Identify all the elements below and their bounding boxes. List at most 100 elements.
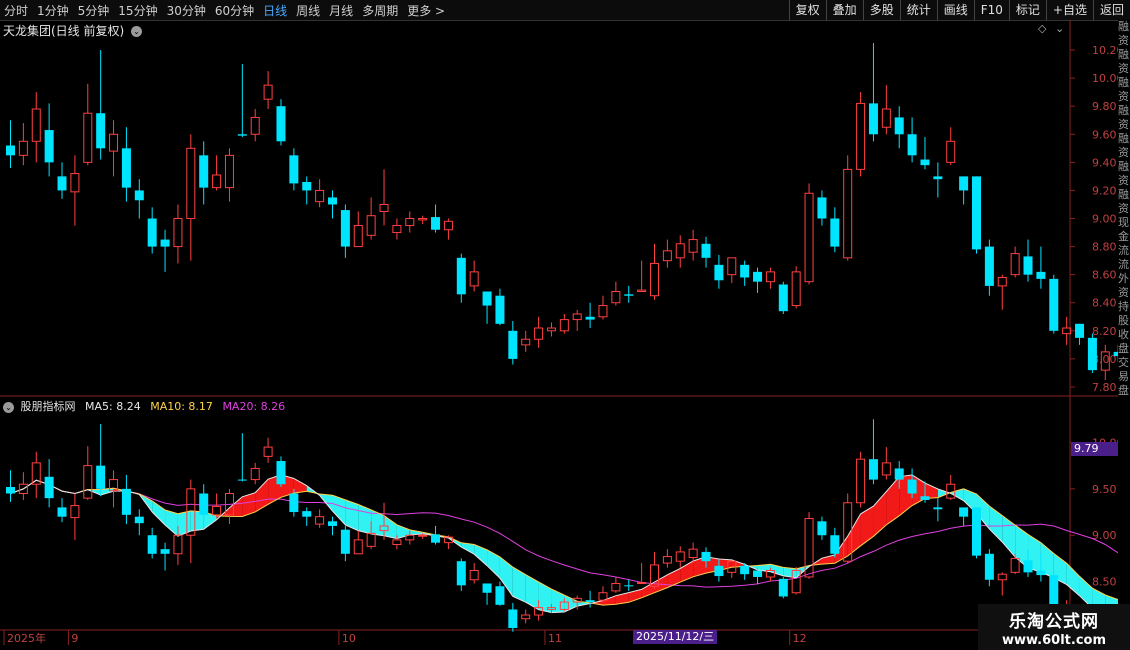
sub-candle [868, 459, 878, 480]
ma-fill [1002, 515, 1016, 557]
date-label: 11 [548, 632, 562, 645]
main-candle [624, 294, 634, 296]
date-label: 10 [342, 632, 356, 645]
price-axis-label: 7.80 [1092, 381, 1117, 394]
main-candle [933, 176, 943, 180]
main-candle [959, 176, 969, 191]
main-candle [534, 327, 544, 340]
main-candle [405, 218, 415, 227]
main-candle [521, 338, 531, 346]
main-candle [920, 159, 930, 166]
sub-candle [276, 461, 286, 485]
ma-fill [293, 478, 307, 494]
ma-fill [255, 479, 269, 512]
sub-candle [6, 486, 15, 494]
main-candle [392, 225, 402, 234]
main-candle [302, 182, 312, 191]
main-candle [1049, 278, 1059, 331]
main-candle [121, 148, 131, 188]
main-candle [984, 246, 994, 286]
sub-candle [418, 534, 428, 537]
sub-candle [508, 609, 518, 628]
sub-candle [212, 505, 222, 516]
main-candle [546, 327, 556, 332]
main-candle [83, 112, 93, 163]
main-candle [1087, 337, 1097, 371]
main-candle [1010, 253, 1020, 276]
sub-candle [1010, 557, 1020, 573]
sub-candle [675, 551, 685, 562]
main-candle [199, 155, 209, 188]
main-candle [6, 145, 15, 156]
price-axis-label: 8.40 [1092, 297, 1117, 310]
sub-candle [263, 446, 273, 457]
main-candle [276, 106, 286, 142]
sub-candle [173, 534, 183, 555]
sub-candle [366, 532, 376, 547]
date-label: 9 [71, 632, 78, 645]
current-price-tag: 9.79 [1071, 442, 1120, 456]
price-axis-label: 9.20 [1092, 184, 1117, 197]
main-candle [701, 243, 711, 258]
sub-candle [392, 539, 402, 546]
sub-candle [340, 529, 350, 554]
main-candle [843, 168, 853, 259]
sub-candle [933, 507, 943, 510]
main-candle [134, 190, 144, 201]
sub-candle [972, 507, 981, 556]
sub-candle [57, 507, 67, 517]
main-candle [315, 189, 325, 203]
sub-candle [920, 496, 930, 500]
sub-candle [637, 582, 647, 585]
main-candle [70, 173, 80, 193]
main-candle [173, 218, 183, 248]
main-candle [1036, 271, 1046, 279]
sub-candle [456, 561, 466, 586]
main-candle [791, 271, 801, 307]
sub-candle [1023, 560, 1033, 573]
main-candle [289, 155, 299, 184]
sub-candle [134, 516, 144, 524]
sub-axis-label: 8.50 [1092, 576, 1117, 589]
sub-candle [778, 578, 788, 597]
sub-candle [662, 556, 672, 564]
main-candle [765, 271, 775, 283]
sub-candle [959, 507, 969, 517]
sub-candle [199, 493, 209, 515]
sub-candle [315, 516, 325, 525]
sub-candle [44, 476, 54, 499]
main-candle [508, 330, 518, 359]
main-candle [456, 257, 466, 295]
sub-candle [495, 586, 505, 605]
ma-fill [384, 515, 397, 539]
ma-fill [989, 506, 1003, 543]
main-candle [585, 316, 595, 320]
crosshair-date-tag: 2025/11/12/三 [633, 630, 718, 644]
kline-chart[interactable]: 10.2010.009.809.609.409.209.008.808.608.… [0, 0, 1130, 650]
main-candle [881, 108, 891, 128]
ma-fill [525, 574, 539, 610]
main-candle [598, 305, 608, 318]
main-candle [57, 176, 67, 191]
sub-candle [521, 614, 531, 620]
main-candle [186, 147, 196, 220]
main-candle [1023, 256, 1033, 275]
main-candle [224, 154, 234, 189]
sub-candle [96, 465, 106, 489]
main-candle [611, 291, 621, 304]
main-candle [44, 130, 54, 163]
sub-candle [585, 600, 595, 603]
sub-candle [611, 582, 621, 592]
watermark-url: www.60lt.com [1001, 633, 1107, 648]
main-candle [740, 264, 750, 278]
sub-candle [624, 585, 634, 587]
main-candle [637, 289, 647, 293]
sub-candle [701, 551, 711, 562]
sub-candle [830, 535, 840, 554]
watermark-title: 乐淘公式网 [1009, 612, 1099, 632]
main-candle [482, 291, 492, 306]
ma-fill [177, 510, 191, 537]
main-candle [469, 271, 479, 287]
sub-candle [894, 468, 904, 480]
main-candle [572, 313, 582, 321]
